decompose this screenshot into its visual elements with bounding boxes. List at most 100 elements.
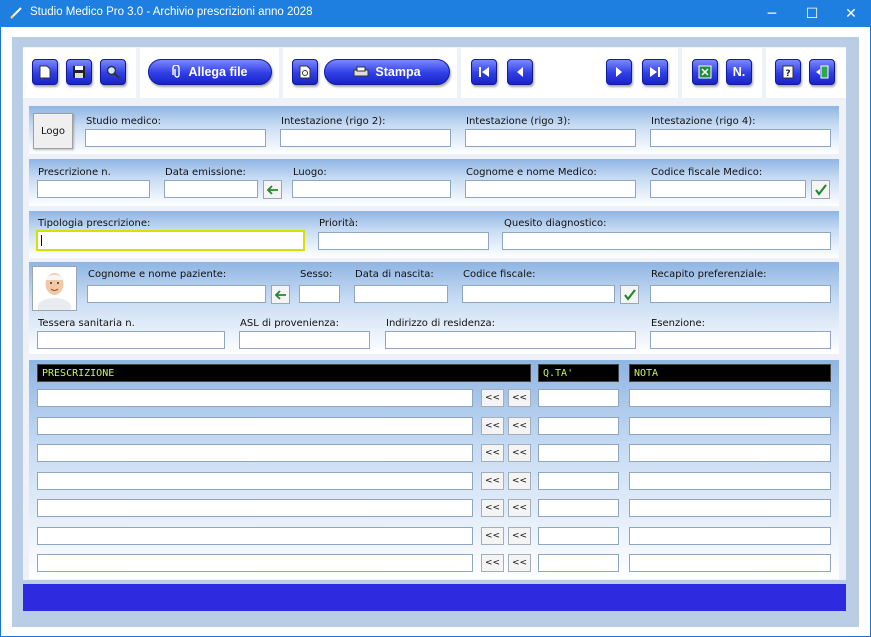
last-record-button[interactable] — [642, 59, 668, 85]
nota-cell[interactable] — [629, 554, 831, 572]
studio-medico-field[interactable] — [85, 129, 266, 147]
prescrizione-cell[interactable] — [37, 389, 473, 407]
qta-cell[interactable] — [538, 444, 619, 462]
nota-cell[interactable] — [629, 499, 831, 517]
copy-from-list-button[interactable]: << — [508, 526, 531, 545]
cf-medico-label: Codice fiscale Medico: — [651, 167, 763, 178]
prescrizione-cell[interactable] — [37, 444, 473, 462]
qta-cell[interactable] — [538, 389, 619, 407]
copy-from-archive-button[interactable]: << — [481, 389, 504, 407]
copy-from-archive-button[interactable]: << — [481, 471, 504, 490]
prescrizione-cell[interactable] — [37, 499, 473, 517]
new-record-button[interactable] — [32, 59, 58, 85]
logo-button[interactable]: Logo — [33, 113, 73, 149]
copy-from-list-button[interactable]: << — [508, 554, 531, 572]
attach-file-button[interactable]: Allega file — [148, 59, 272, 85]
help-button[interactable]: ? — [775, 59, 801, 85]
priorita-field[interactable] — [318, 232, 489, 250]
copy-from-list-button[interactable]: << — [508, 389, 531, 407]
new-document-icon — [39, 65, 51, 79]
medico-field[interactable] — [465, 180, 636, 198]
tipologia-field[interactable] — [36, 230, 305, 251]
last-icon — [650, 67, 660, 77]
copy-from-list-button[interactable]: << — [508, 499, 531, 517]
copy-from-list-button[interactable]: << — [508, 416, 531, 435]
search-button[interactable] — [100, 59, 126, 85]
copy-from-archive-button[interactable]: << — [481, 499, 504, 517]
select-patient-button[interactable] — [271, 285, 290, 304]
prescrizione-cell[interactable] — [37, 471, 473, 490]
data-nascita-field[interactable] — [354, 285, 448, 303]
asl-field[interactable] — [239, 331, 370, 349]
qta-cell[interactable] — [538, 471, 619, 490]
sesso-field[interactable] — [299, 285, 340, 303]
intestazione4-label: Intestazione (rigo 4): — [651, 116, 756, 127]
intestazione3-label: Intestazione (rigo 3): — [466, 116, 571, 127]
prescrizione-numero-field[interactable] — [37, 180, 150, 198]
intestazione2-field[interactable] — [280, 129, 451, 147]
indirizzo-label: Indirizzo di residenza: — [386, 318, 496, 329]
copy-from-archive-button[interactable]: << — [481, 416, 504, 435]
prescrizione-cell[interactable] — [37, 526, 473, 545]
qta-cell[interactable] — [538, 499, 619, 517]
copy-from-archive-button[interactable]: << — [481, 526, 504, 545]
cf-medico-field[interactable] — [650, 180, 806, 198]
print-preview-button[interactable] — [292, 59, 318, 85]
print-button[interactable]: Stampa — [324, 59, 450, 85]
prescrizione-cell[interactable] — [37, 416, 473, 435]
excel-export-button[interactable] — [692, 59, 718, 85]
nota-cell[interactable] — [629, 471, 831, 490]
indirizzo-field[interactable] — [385, 331, 636, 349]
tessera-field[interactable] — [37, 331, 225, 349]
patient-photo[interactable] — [32, 266, 77, 316]
nota-cell[interactable] — [629, 389, 831, 407]
copy-from-archive-button[interactable]: << — [481, 554, 504, 572]
codice-fiscale-label: Codice fiscale: — [463, 269, 536, 280]
luogo-label: Luogo: — [293, 167, 327, 178]
insert-date-button[interactable] — [263, 180, 282, 199]
prescrizione-cell[interactable] — [37, 554, 473, 572]
luogo-field[interactable] — [292, 180, 451, 198]
verify-cf-medico-button[interactable] — [811, 180, 830, 199]
save-button[interactable] — [66, 59, 92, 85]
codice-fiscale-field[interactable] — [462, 285, 615, 303]
qta-cell[interactable] — [538, 526, 619, 545]
first-record-button[interactable] — [471, 59, 497, 85]
paziente-nome-field[interactable] — [87, 285, 266, 303]
copy-from-list-button[interactable]: << — [508, 471, 531, 490]
numbering-button[interactable]: N. — [726, 59, 752, 85]
previous-record-button[interactable] — [507, 59, 533, 85]
data-emissione-label: Data emissione: — [165, 167, 246, 178]
data-emissione-field[interactable] — [164, 180, 258, 198]
status-bar — [23, 584, 846, 611]
floppy-icon — [73, 66, 85, 78]
exit-button[interactable] — [809, 59, 835, 85]
intestazione4-field[interactable] — [650, 129, 831, 147]
column-header-prescrizione: PRESCRIZIONE — [37, 364, 531, 382]
next-record-button[interactable] — [606, 59, 632, 85]
nota-cell[interactable] — [629, 444, 831, 462]
recapito-field[interactable] — [650, 285, 831, 303]
numbering-label: N. — [732, 65, 746, 79]
tessera-label: Tessera sanitaria n. — [38, 318, 135, 329]
verify-cf-patient-button[interactable] — [620, 285, 639, 304]
copy-from-list-button[interactable]: << — [508, 444, 531, 462]
close-button[interactable]: ✕ — [828, 0, 871, 27]
patient-avatar-icon — [33, 267, 76, 316]
nota-cell[interactable] — [629, 526, 831, 545]
help-icon: ? — [782, 65, 794, 79]
intestazione3-field[interactable] — [465, 129, 636, 147]
data-nascita-label: Data di nascita: — [355, 269, 434, 280]
paziente-nome-label: Cognome e nome paziente: — [88, 269, 227, 280]
quesito-field[interactable] — [502, 232, 831, 250]
checkmark-icon — [814, 183, 827, 196]
print-label: Stampa — [375, 65, 421, 79]
qta-cell[interactable] — [538, 416, 619, 435]
qta-cell[interactable] — [538, 554, 619, 572]
tipologia-label: Tipologia prescrizione: — [38, 218, 151, 229]
prescrizione-numero-label: Prescrizione n. — [38, 167, 111, 178]
nota-cell[interactable] — [629, 416, 831, 435]
studio-medico-label: Studio medico: — [86, 116, 162, 127]
esenzione-field[interactable] — [650, 331, 831, 349]
copy-from-archive-button[interactable]: << — [481, 444, 504, 462]
